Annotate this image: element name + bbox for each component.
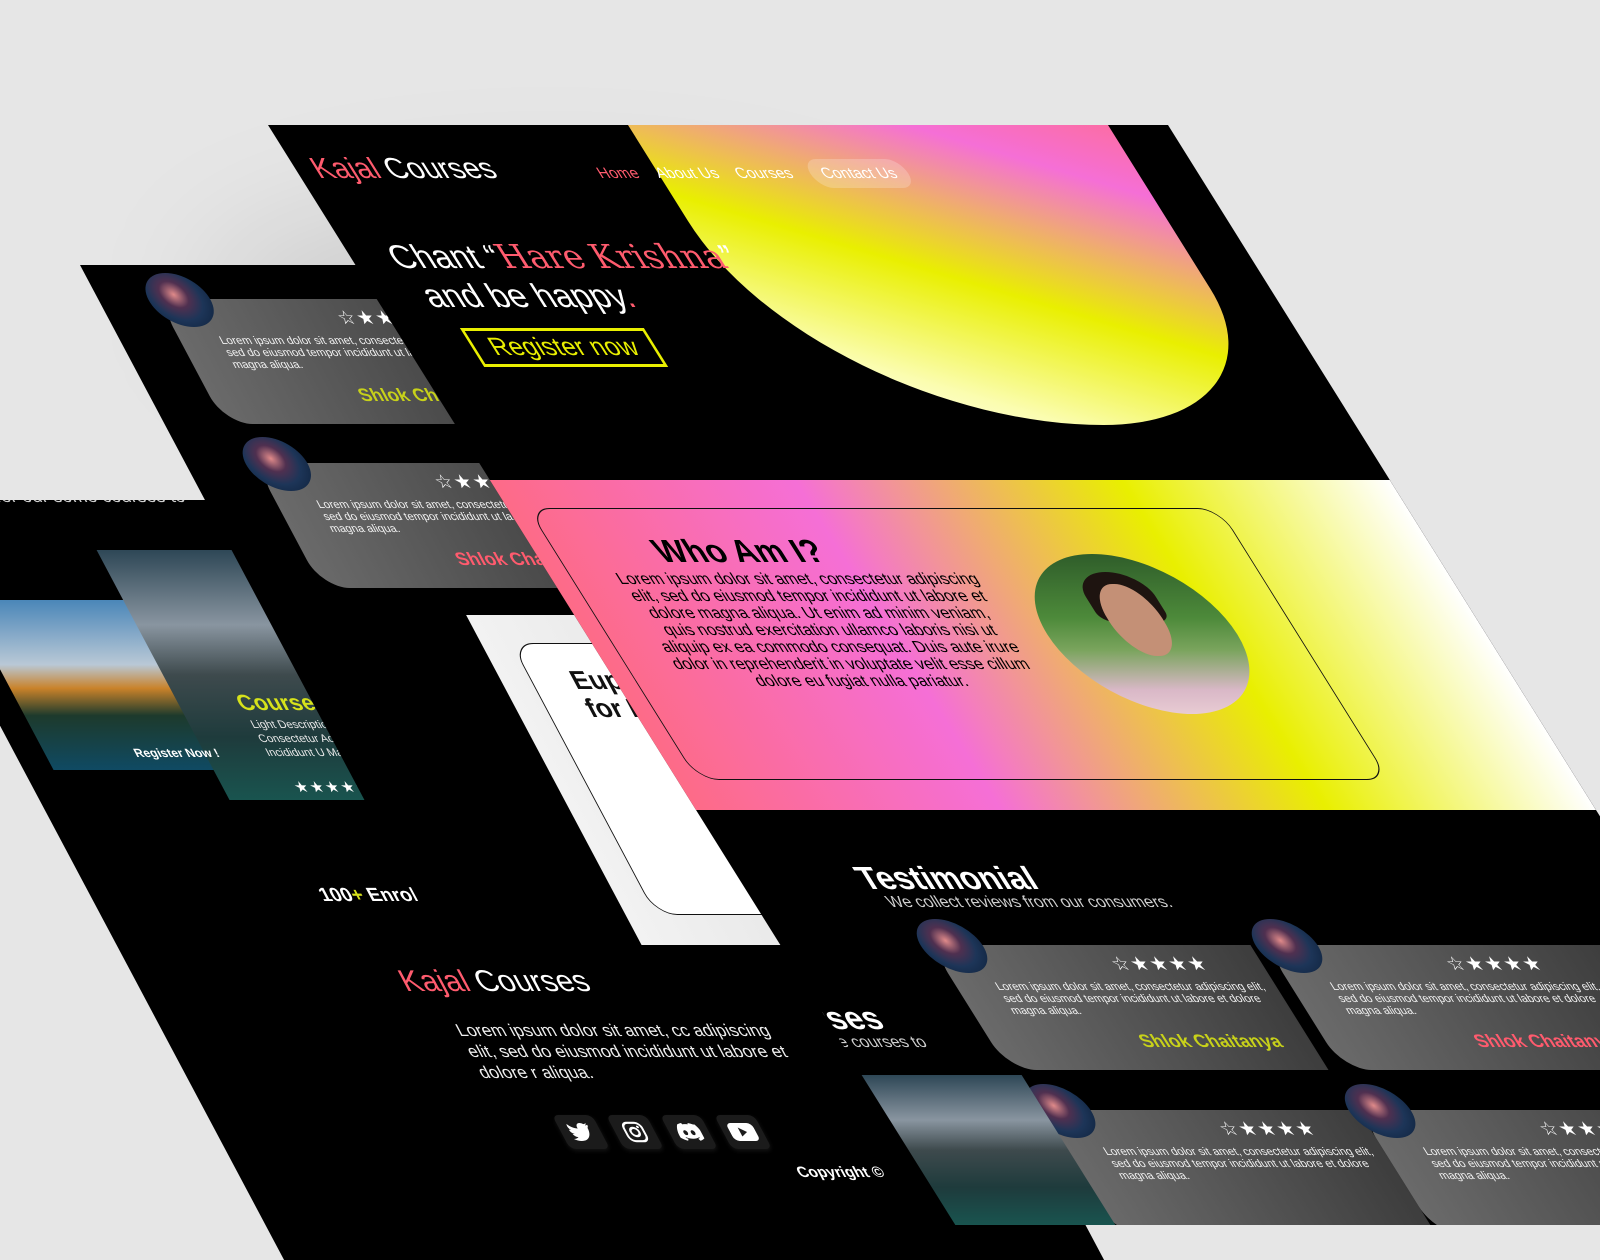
photo-face xyxy=(1085,584,1186,656)
rating-stars: ☆★★★★ xyxy=(1106,954,1215,975)
site-logo[interactable]: Kajal Courses xyxy=(303,153,504,186)
courses-subtitle-partial: We offer our some courses to xyxy=(0,500,189,507)
testimonial-text: Lorem ipsum dolor sit amet, consectetur … xyxy=(1420,1146,1600,1182)
testimonial-card: ☆★★★★ Lorem ipsum dolor sit amet, consec… xyxy=(904,919,1329,1070)
avatar xyxy=(231,437,323,491)
nav-courses[interactable]: Courses xyxy=(731,165,797,182)
logo-second: Courses xyxy=(367,153,505,185)
nav-home[interactable]: Home xyxy=(593,165,644,182)
footer-text: Lorem ipsum dolor sit amet, cc adipiscin… xyxy=(452,1021,791,1082)
testimonial-name: Shlok Chaitanya xyxy=(1134,1031,1287,1051)
discord-icon[interactable] xyxy=(660,1115,719,1149)
hero-line2: and be happy xyxy=(412,277,634,314)
twitter-icon[interactable] xyxy=(552,1115,611,1149)
hero-heading: Chant “Hare Krishna” xyxy=(378,237,746,276)
rating-stars: ☆★★★★ xyxy=(1214,1119,1323,1140)
about-card: Who Am I? Lorem ipsum dolor sit amet, co… xyxy=(527,508,1390,780)
about-title: Who Am I? xyxy=(643,533,833,569)
instagram-icon[interactable] xyxy=(606,1115,665,1149)
testimonial-text: Lorem ipsum dolor sit amet, consectetur … xyxy=(1327,981,1600,1017)
register-now-button[interactable]: Register Now ! xyxy=(131,746,222,760)
avatar xyxy=(904,919,1000,973)
social-links xyxy=(552,1115,773,1149)
profile-photo xyxy=(997,554,1288,714)
testimonial-title: Testimonial xyxy=(847,860,1046,896)
hero-subheading: and be happy. xyxy=(413,277,643,315)
avatar xyxy=(134,273,225,327)
youtube-icon[interactable] xyxy=(714,1115,773,1149)
about-text: Lorem ipsum dolor sit amet, consectetur … xyxy=(612,571,1034,690)
testimonial-text: Lorem ipsum dolor sit amet, consectetur … xyxy=(992,981,1269,1017)
testimonial-subtitle: We collect reviews from our consumers. xyxy=(882,894,1177,911)
testimonial-name: Shlok Chaitanya xyxy=(1469,1031,1600,1051)
footer-logo-second: Courses xyxy=(458,965,597,998)
testimonial-text: Lorem ipsum dolor sit amet, consectetur … xyxy=(1100,1146,1377,1182)
hero-highlight: Hare Krishna xyxy=(486,237,735,276)
nav-about[interactable]: About Us xyxy=(651,165,723,182)
footer-logo[interactable]: Kajal Courses xyxy=(392,965,597,999)
copyright-text: Copyright © xyxy=(793,1164,889,1181)
rating-stars: ☆★★★★ xyxy=(1441,954,1550,975)
rating-stars: ☆★★★★ xyxy=(1534,1119,1600,1140)
nav-contact-button[interactable]: Contact Us xyxy=(800,159,918,188)
register-button[interactable]: Register now xyxy=(459,328,669,367)
main-nav: Home About Us Courses Contact Us xyxy=(589,159,918,188)
